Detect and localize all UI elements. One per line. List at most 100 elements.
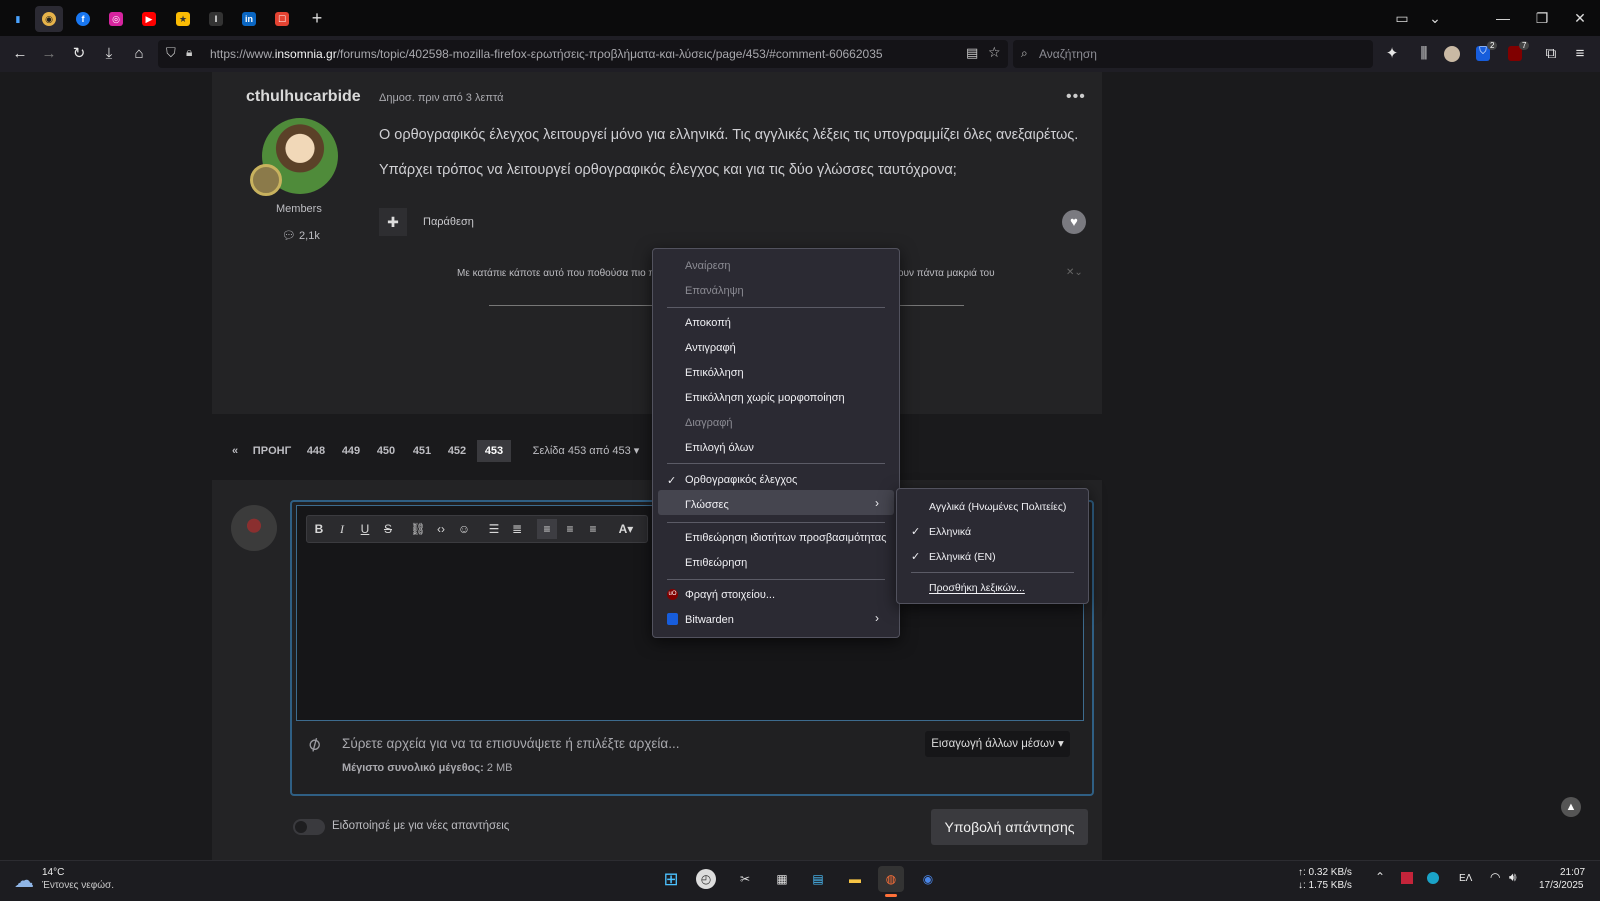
tab[interactable]: ★	[169, 6, 197, 32]
url-bar[interactable]: ⛉ 🔒︎ https://www.insomnia.gr/forums/topi…	[158, 40, 1008, 68]
like-heart-icon[interactable]: ♥	[1062, 210, 1086, 234]
insert-media-button[interactable]: Εισαγωγή άλλων μέσων ▾	[925, 731, 1070, 757]
menu-item-spellcheck[interactable]: Ορθογραφικός έλεγχος	[685, 474, 797, 486]
back-button[interactable]: ←	[9, 44, 31, 64]
snipping-tool-icon[interactable]: ✂	[732, 866, 758, 892]
tab-active[interactable]: ◉	[35, 6, 63, 32]
list-tabs-icon[interactable]: ⌄	[1420, 8, 1450, 28]
tab[interactable]: in	[235, 6, 263, 32]
tab[interactable]: ◎	[102, 6, 130, 32]
menu-item-languages[interactable]: Γλώσσες	[685, 499, 729, 511]
menu-item-undo[interactable]: Αναίρεση	[685, 260, 731, 272]
library-icon[interactable]: ⫼	[1413, 44, 1435, 64]
tab[interactable]: ▮	[4, 6, 32, 32]
menu-item-bitwarden[interactable]: Bitwarden	[685, 614, 734, 626]
home-button[interactable]: ⌂	[128, 44, 150, 64]
weather-desc[interactable]: Έντονες νεφώσ.	[42, 880, 114, 891]
align-center-icon[interactable]: ≡	[560, 519, 580, 539]
strikethrough-button[interactable]: S	[378, 519, 398, 539]
add-dictionaries[interactable]: Προσθήκη λεξικών...	[929, 582, 1025, 594]
menu-item-paste[interactable]: Επικόλληση	[685, 367, 744, 379]
account-avatar[interactable]	[1444, 46, 1460, 62]
clock-time[interactable]: 21:07	[1560, 867, 1585, 878]
lock-icon[interactable]: 🔒︎	[186, 45, 192, 60]
clock-date[interactable]: 17/3/2025	[1539, 880, 1584, 891]
bold-button[interactable]: B	[309, 519, 329, 539]
code-icon[interactable]: ‹›	[431, 519, 451, 539]
signature-close-icon[interactable]: ✕⌄	[1066, 267, 1083, 278]
bookmark-star-icon[interactable]: ☆	[988, 44, 1001, 61]
search-bar[interactable]: ⌕ Αναζήτηση	[1013, 40, 1373, 68]
weather-icon[interactable]: ☁	[14, 868, 34, 893]
menu-hamburger-icon[interactable]: ≡	[1569, 44, 1591, 64]
scroll-top-icon[interactable]: ▲	[1561, 797, 1581, 817]
menu-item-cut[interactable]: Αποκοπή	[685, 317, 731, 329]
page-link-current[interactable]: 453	[477, 440, 511, 462]
bullet-list-icon[interactable]: ☰	[484, 519, 504, 539]
input-language[interactable]: ΕΛ	[1459, 873, 1472, 884]
volume-icon[interactable]: 🔊︎	[1509, 870, 1517, 885]
page-link[interactable]: 450	[373, 440, 399, 462]
multiquote-plus-button[interactable]: ✚	[379, 208, 407, 236]
first-page-icon[interactable]: «	[228, 440, 242, 462]
page-jump-dropdown[interactable]: Σελίδα 453 από 453 ▾	[532, 440, 640, 462]
firefox-icon[interactable]: ◍	[878, 866, 904, 892]
menu-item-copy[interactable]: Αντιγραφή	[685, 342, 736, 354]
more-options-icon[interactable]: •••	[1066, 88, 1086, 106]
reload-button[interactable]: ↻	[68, 44, 90, 64]
forward-button[interactable]: →	[38, 44, 60, 64]
menu-item-select-all[interactable]: Επιλογή όλων	[685, 442, 754, 454]
underline-button[interactable]: U	[355, 519, 375, 539]
firefox-view-icon[interactable]: ▭	[1387, 8, 1417, 28]
page-link[interactable]: 452	[444, 440, 470, 462]
reader-view-icon[interactable]: ▤	[966, 45, 978, 61]
menu-item-delete[interactable]: Διαγραφή	[685, 417, 733, 429]
quote-button[interactable]: Παράθεση	[423, 216, 474, 228]
extensions-icon[interactable]: ⧉	[1540, 44, 1562, 64]
wifi-icon[interactable]: ◠	[1490, 870, 1500, 884]
menu-item-block-element[interactable]: Φραγή στοιχείου...	[685, 589, 775, 601]
menu-item-paste-plain[interactable]: Επικόλληση χωρίς μορφοποίηση	[685, 392, 845, 404]
new-tab-button[interactable]: +	[302, 8, 332, 28]
tray-app-icon[interactable]	[1427, 872, 1439, 884]
menu-item-inspect-accessibility[interactable]: Επιθεώρηση ιδιοτήτων προσβασιμότητας	[685, 532, 886, 544]
prev-page-link[interactable]: ΠΡΟΗΓ	[252, 440, 292, 462]
language-greek-en[interactable]: Ελληνικά (EN)	[929, 551, 996, 563]
restore-button[interactable]: ❐	[1527, 8, 1557, 28]
text-color-icon[interactable]: A▾	[613, 519, 639, 539]
align-right-icon[interactable]: ≡	[583, 519, 603, 539]
menu-item-inspect[interactable]: Επιθεώρηση	[685, 557, 747, 569]
author-name[interactable]: cthulhucarbide	[246, 88, 361, 106]
shield-icon[interactable]: ⛉	[166, 45, 176, 61]
minimize-button[interactable]: —	[1488, 8, 1518, 28]
start-button[interactable]: ⊞	[658, 866, 684, 892]
pocket-icon[interactable]: ✦	[1381, 44, 1403, 64]
menu-item-redo[interactable]: Επανάληψη	[685, 285, 744, 297]
clock-app-icon[interactable]: ◴	[696, 869, 716, 889]
download-button[interactable]: ⤓	[98, 44, 120, 64]
link-icon[interactable]: ⛓	[408, 519, 428, 539]
italic-button[interactable]: I	[332, 519, 352, 539]
page-link[interactable]: 448	[303, 440, 329, 462]
tab[interactable]: ☐	[268, 6, 296, 32]
language-greek[interactable]: Ελληνικά	[929, 526, 971, 538]
close-window-button[interactable]: ✕	[1565, 8, 1595, 28]
tab[interactable]: ▶	[135, 6, 163, 32]
tab[interactable]: I	[202, 6, 230, 32]
amd-icon[interactable]	[1401, 872, 1413, 884]
page-link[interactable]: 451	[409, 440, 435, 462]
qbittorrent-icon[interactable]: ◉	[915, 866, 941, 892]
page-link[interactable]: 449	[338, 440, 364, 462]
attach-drop-text[interactable]: Σύρετε αρχεία για να τα επισυνάψετε ή επ…	[342, 736, 679, 751]
url-text[interactable]: https://www.insomnia.gr/forums/topic/402…	[210, 47, 883, 61]
weather-temp[interactable]: 14°C	[42, 867, 64, 878]
notepad-icon[interactable]: ▤	[805, 866, 831, 892]
notify-toggle[interactable]	[293, 819, 325, 835]
file-explorer-icon[interactable]: ▬	[842, 866, 868, 892]
language-english-us[interactable]: Αγγλικά (Ηνωμένες Πολιτείες)	[929, 501, 1066, 513]
emoji-icon[interactable]: ☺	[454, 519, 474, 539]
calculator-icon[interactable]: ▦	[769, 866, 795, 892]
align-left-icon[interactable]: ≡	[537, 519, 557, 539]
submit-reply-button[interactable]: Υποβολή απάντησης	[931, 809, 1088, 845]
tab[interactable]: f	[69, 6, 97, 32]
